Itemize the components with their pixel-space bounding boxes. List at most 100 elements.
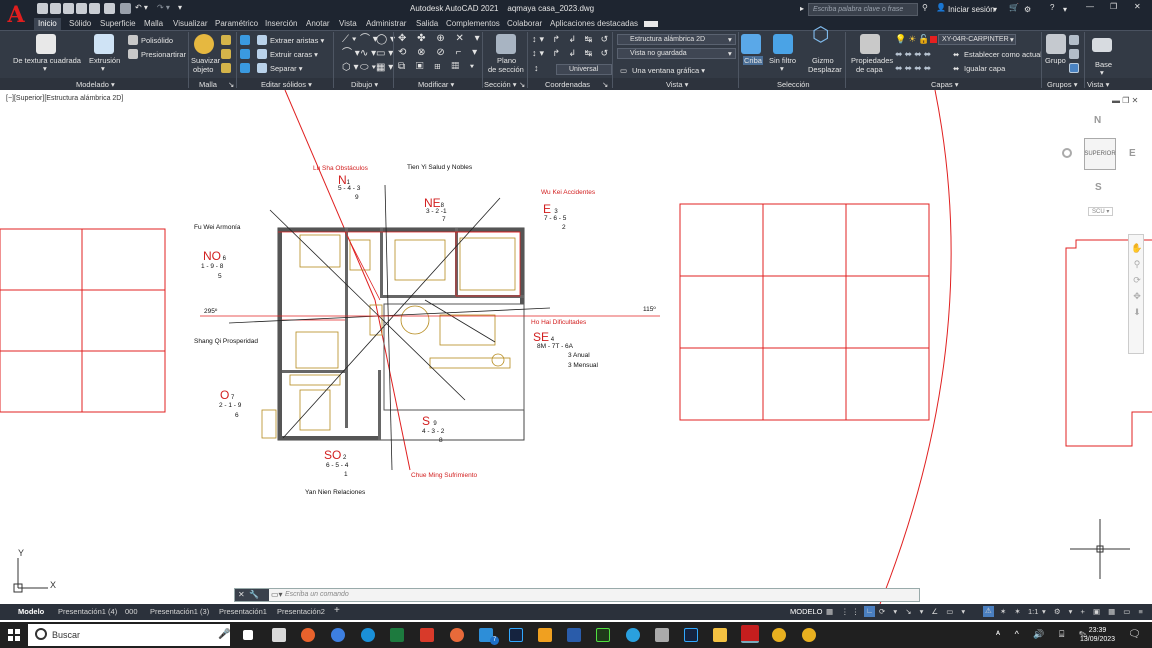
extrusion-icon[interactable] [94,34,114,54]
command-line[interactable]: ✕ 🔧 ▭▾ Escriba un comando [234,588,920,602]
exchange-icon[interactable]: ⚙ [1024,5,1031,14]
meet-icon[interactable] [331,628,345,642]
undo-icon[interactable]: ↶ ▾ [135,3,148,12]
user-icon[interactable]: 👤 [936,3,946,12]
group-select-icon[interactable] [1069,63,1079,73]
signin-dropdown-icon[interactable]: ▾ [993,5,997,14]
mesh-icon[interactable] [221,35,231,45]
plot-icon[interactable] [120,3,131,14]
windows-start-icon[interactable] [8,629,20,641]
ucs-select[interactable]: Universal [556,64,612,75]
cmd-close-icon[interactable]: ✕ [238,590,245,599]
tab-parametrico[interactable]: Paramétrico [215,19,258,28]
ribbon-toggle-icon[interactable] [644,21,658,27]
igualar-capa-button[interactable]: Igualar capa [964,64,1005,73]
panel-title-modelado[interactable]: Modelado ▾ [76,80,115,89]
system-tray-icons[interactable]: ᴬ ^ 🔊 ⌸ ✎ [996,629,1093,640]
model-space-button[interactable]: MODELO [790,607,823,616]
search-expand-icon[interactable]: ▸ [800,4,804,13]
de-textura-dropdown-icon[interactable]: ▾ [43,64,47,73]
help-dropdown-icon[interactable]: ▾ [1063,5,1067,14]
viewcube-north[interactable]: N [1094,115,1101,126]
viewport-config-button[interactable]: Una ventana gráfica ▾ [632,66,705,75]
coordenadas-launcher-icon[interactable]: ↘ [602,80,608,89]
ellipse-icon[interactable]: ⬭ ▾ [360,63,376,73]
separar-icon[interactable] [257,63,267,73]
taskbar-search-input[interactable]: Buscar [28,624,230,646]
saveas-icon[interactable] [76,3,87,14]
tab-superficie[interactable]: Superficie [100,19,136,28]
extruir-caras-icon[interactable] [257,49,267,59]
excel-icon[interactable] [390,628,404,642]
layer-dropdown-icon[interactable]: ▾ [1010,35,1014,44]
tab-aplicaciones[interactable]: Aplicaciones destacadas [550,19,638,28]
ungroup-icon[interactable] [1069,35,1079,45]
panel-title-vista-base[interactable]: Vista ▾ [1087,80,1109,89]
annotation-scale[interactable]: 1:1 [1028,607,1038,616]
app-icon[interactable] [538,628,552,642]
tab-vista[interactable]: Vista [339,19,357,28]
print-icon[interactable] [104,3,115,14]
store-icon[interactable] [272,628,286,642]
close-icon[interactable]: ✕ [1134,2,1141,11]
modify-tools-row-2[interactable]: ⟲ ⊗ ⊘ ⌐ ▾ [398,48,481,58]
cart-icon[interactable]: 🛒 [1009,3,1019,12]
tab-presentacion1-3[interactable]: Presentación1 (3) [150,607,209,616]
nav-tools[interactable]: ✋ ⚲ ⟳ ✥ ⬇ [1131,240,1143,320]
dreamweaver-icon[interactable] [596,628,610,642]
panel-title-seccion[interactable]: Sección ▾ [484,80,517,89]
scu-dropdown[interactable]: SCU ▾ [1088,207,1114,216]
group-edit-icon[interactable] [1069,49,1079,59]
mesh-icon[interactable] [221,49,231,59]
panel-title-vista[interactable]: Vista ▾ [666,80,688,89]
subtract-icon[interactable] [240,49,250,59]
panel-title-capas[interactable]: Capas ▾ [931,80,959,89]
extrusion-dropdown-icon[interactable]: ▾ [101,64,105,73]
modify-tools-row-1[interactable]: ✥ ✤ ⊕ ✕ ▾ [398,34,484,44]
visual-style-select[interactable]: Estructura alámbrica 2D [617,34,736,45]
tab-presentacion1-4[interactable]: Presentación1 (4) [58,607,117,616]
new-icon[interactable] [37,3,48,14]
box-icon[interactable] [36,34,56,54]
help-icon[interactable]: ? [1050,3,1054,12]
tab-complementos[interactable]: Complementos [446,19,500,28]
tab-visualizar[interactable]: Visualizar [173,19,208,28]
ucs-tools-row-2[interactable]: ↕▾ ↱ ↲ ↹ ↺ [532,49,611,58]
presionartirar-icon[interactable] [128,49,138,59]
separar-button[interactable]: Separar ▾ [270,64,303,73]
calculator-icon[interactable] [655,628,669,642]
line-icon[interactable]: ⟋ ▾ [342,35,357,45]
open-icon[interactable] [50,3,61,14]
tab-solido[interactable]: Sólido [69,19,91,28]
app-icon[interactable] [420,628,434,642]
autocad-logo-icon[interactable]: A [0,0,32,30]
base-dropdown-icon[interactable]: ▾ [1100,68,1104,77]
add-layout-icon[interactable]: + [334,605,340,616]
modify-tools-row-3[interactable]: ⧉ ▣ ⊞ ▦ ▾ [398,62,478,72]
viewcube-south[interactable]: S [1095,182,1102,193]
tab-insercion[interactable]: Inserción [265,19,297,28]
panel-title-seleccion[interactable]: Selección [777,80,810,89]
telegram-icon[interactable] [626,628,640,642]
status-tools-annot[interactable]: ✶ ✶ [1000,607,1024,616]
chrome-icon[interactable] [802,628,816,642]
visual-style-dropdown-icon[interactable]: ▾ [728,35,732,44]
union-icon[interactable] [240,35,250,45]
sin-filtro-dropdown-icon[interactable]: ▾ [780,64,784,73]
polygon-icon[interactable]: ⬡ ▾ [342,63,359,73]
autocad-taskbar-icon[interactable] [741,625,759,643]
layer-tools-row-2[interactable]: ⬌⬌⬌⬌ [895,50,933,59]
viewcube-east[interactable]: E [1129,148,1136,159]
presionartirar-button[interactable]: Presionartirar [141,50,186,59]
polisolido-icon[interactable] [128,35,138,45]
tab-anotar[interactable]: Anotar [306,19,330,28]
web-icon[interactable] [89,3,100,14]
search-input[interactable]: Escriba palabra clave o frase [808,3,918,16]
save-icon[interactable] [63,3,74,14]
panel-title-dibujo[interactable]: Dibujo ▾ [351,80,378,89]
signin-button[interactable]: Iniciar sesión [948,5,995,14]
criba-button[interactable]: Criba [743,56,763,65]
seccion-launcher-icon[interactable]: ↘ [519,80,525,89]
named-view-select[interactable]: Vista no guardada [617,48,736,59]
rectangle-icon[interactable]: ▭ ▾ [376,49,393,59]
